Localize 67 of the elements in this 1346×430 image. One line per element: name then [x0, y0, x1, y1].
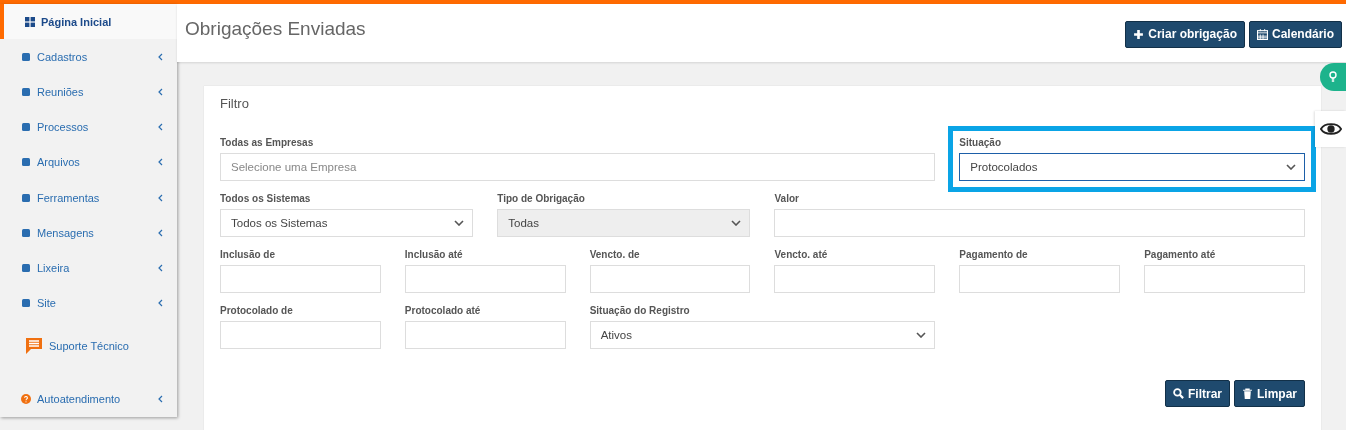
input-field[interactable] [404, 265, 566, 293]
chevron-left-icon [158, 52, 163, 61]
eye-icon [1319, 122, 1342, 136]
lightbulb-icon [1329, 71, 1337, 83]
grid-icon [25, 16, 35, 27]
preview-button[interactable] [1315, 111, 1346, 147]
field-label: Inclusão até [404, 249, 464, 260]
sidebar-item[interactable]: Página Inicial [0, 4, 177, 40]
sidebar-item[interactable]: Mensagens [0, 215, 177, 251]
filter-button[interactable]: Filtrar [1164, 380, 1230, 407]
chevron-left-icon [158, 299, 163, 308]
field-label: Protocolado até [404, 305, 482, 316]
chevron-left-icon [158, 123, 163, 132]
chat-icon [25, 337, 43, 356]
chevron-down-icon [731, 220, 742, 226]
chevron-left-icon [158, 158, 163, 167]
input-field[interactable] [774, 265, 936, 293]
sidebar-item[interactable]: Suporte Técnico [0, 320, 177, 372]
card-title: Filtro [220, 96, 250, 111]
input-field[interactable] [1144, 265, 1305, 293]
sidebar-item[interactable]: Cadastros [0, 39, 177, 75]
field-label: Vencto. de [589, 249, 641, 260]
help-icon [21, 394, 31, 405]
chevron-left-icon [158, 395, 163, 404]
input-field[interactable]: Selecione uma Empresa [220, 153, 936, 181]
input-field[interactable] [589, 265, 751, 293]
sidebar-item[interactable]: Arquivos [0, 144, 177, 181]
input-field[interactable] [404, 321, 566, 349]
create-button[interactable]: Criar obrigação [1125, 20, 1245, 48]
sidebar-item[interactable]: Site [0, 285, 177, 321]
input-field[interactable] [774, 209, 1305, 237]
select-field[interactable]: Ativos [589, 321, 936, 349]
field-label: Protocolado de [220, 305, 294, 316]
sidebar-item[interactable]: Processos [0, 109, 177, 145]
sidebar-item[interactable]: Ferramentas [0, 180, 177, 216]
plus-icon [1133, 28, 1145, 40]
chevron-down-icon [1286, 164, 1296, 170]
select-field[interactable]: Todos os Sistemas [220, 209, 474, 237]
calendar-button[interactable]: Calendário [1249, 20, 1342, 48]
field-label: Todas as Empresas [220, 137, 315, 148]
chevron-down-icon [916, 332, 927, 338]
sidebar-item[interactable]: Reuniões [0, 74, 177, 110]
clear-button[interactable]: Limpar [1234, 380, 1305, 407]
field-label: Pagamento de [959, 249, 1029, 260]
calendar-icon [1257, 28, 1268, 40]
sidebar-item[interactable]: Lixeira [0, 250, 177, 286]
field-label: Inclusão de [220, 249, 276, 260]
field-label: Valor [774, 193, 800, 204]
chevron-left-icon [158, 88, 163, 97]
field-label: Todos os Sistemas [220, 193, 312, 204]
field-label: Tipo de Obrigação [497, 193, 586, 204]
chevron-left-icon [158, 228, 163, 237]
input-field[interactable] [220, 265, 381, 293]
chevron-left-icon [158, 193, 163, 202]
field-label: Situação do Registro [589, 305, 691, 316]
chevron-down-icon [454, 220, 465, 226]
page-title: Obrigações Enviadas [185, 18, 366, 40]
select-field[interactable]: Protocolados [959, 153, 1305, 181]
chevron-left-icon [158, 264, 163, 273]
field-label: Vencto. até [774, 249, 829, 260]
tip-button[interactable] [1320, 63, 1346, 91]
input-field[interactable] [959, 265, 1121, 293]
input-field[interactable] [220, 321, 381, 349]
sidebar-item[interactable]: Autoatendimento [0, 381, 177, 418]
field-label: Pagamento até [1144, 249, 1217, 260]
field-label: Situação [959, 137, 1002, 148]
search-icon [1172, 388, 1184, 399]
